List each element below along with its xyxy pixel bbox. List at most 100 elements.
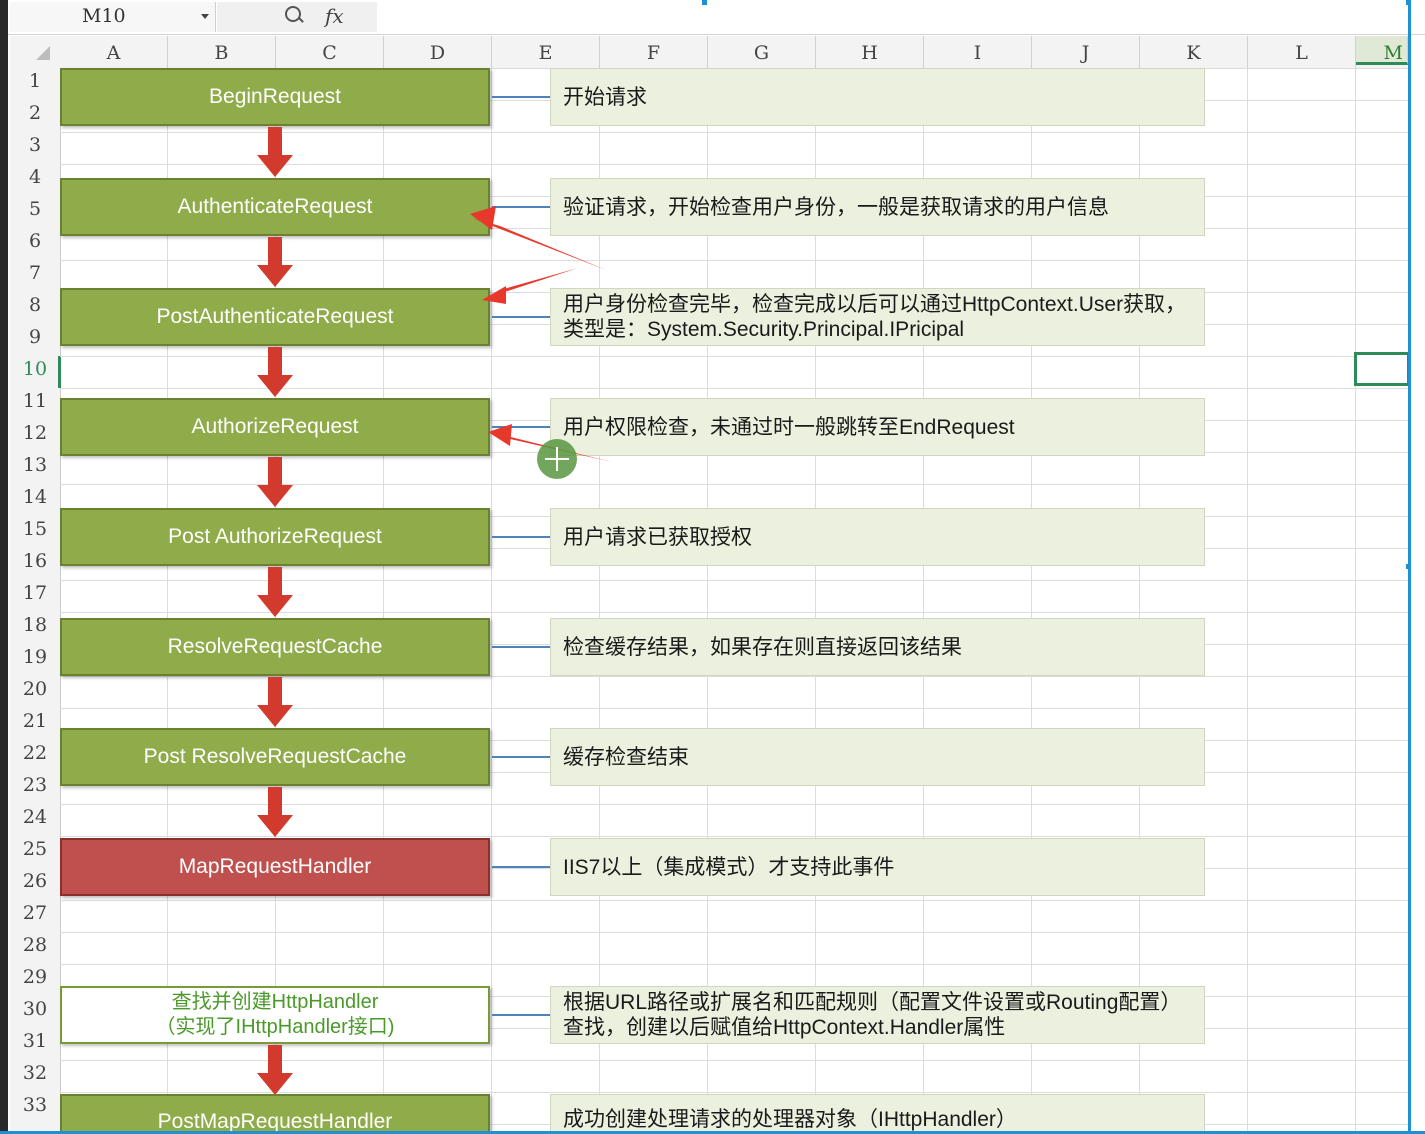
note-line: 用户身份检查完毕，检查完成以后可以通过HttpContext.User获取，: [563, 293, 1187, 316]
name-box-value: M10: [82, 5, 126, 27]
row-header[interactable]: 30: [10, 998, 60, 1020]
row-header[interactable]: 9: [10, 326, 60, 348]
column-header-h[interactable]: H: [816, 36, 924, 68]
step-post-map-request-handler[interactable]: PostMapRequestHandler: [60, 1094, 490, 1134]
row-header[interactable]: 19: [10, 646, 60, 668]
down-arrow-icon: [257, 237, 293, 289]
down-arrow-icon: [257, 457, 293, 509]
row-header[interactable]: 25: [10, 838, 60, 860]
column-header-j[interactable]: J: [1032, 36, 1140, 68]
note-post-resolve-request-cache[interactable]: 缓存检查结束: [550, 728, 1205, 786]
row-header[interactable]: 28: [10, 934, 60, 956]
down-arrow-icon: [257, 1045, 293, 1097]
selected-cell-m10[interactable]: [1354, 352, 1410, 386]
connector-line: [492, 1014, 550, 1016]
row-header[interactable]: 31: [10, 1030, 60, 1052]
down-arrow-icon: [257, 787, 293, 839]
row-header[interactable]: 22: [10, 742, 60, 764]
chevron-down-icon[interactable]: [201, 14, 209, 19]
connector-line: [492, 426, 550, 428]
note-line: 检查缓存结果，如果存在则直接返回该结果: [563, 635, 962, 659]
column-header-m[interactable]: M: [1356, 36, 1408, 65]
row-header[interactable]: 5: [10, 198, 60, 220]
row-header[interactable]: 29: [10, 966, 60, 988]
step-post-authorize-request[interactable]: Post AuthorizeRequest: [60, 508, 490, 566]
row-header[interactable]: 24: [10, 806, 60, 828]
step-post-authenticate-request[interactable]: PostAuthenticateRequest: [60, 288, 490, 346]
note-create-http-handler[interactable]: 根据URL路径或扩展名和匹配规则（配置文件设置或Routing配置） 查找，创建…: [550, 986, 1205, 1044]
note-post-authenticate-request[interactable]: 用户身份检查完毕，检查完成以后可以通过HttpContext.User获取， 类…: [550, 288, 1205, 346]
row-header[interactable]: 20: [10, 678, 60, 700]
step-create-http-handler[interactable]: 查找并创建HttpHandler （实现了IHttpHandler接口): [60, 986, 490, 1044]
connector-line: [492, 866, 550, 868]
note-line: 用户请求已获取授权: [563, 525, 752, 549]
search-icon[interactable]: [285, 6, 301, 22]
row-header[interactable]: 32: [10, 1062, 60, 1084]
row-header[interactable]: 27: [10, 902, 60, 924]
row-header[interactable]: 17: [10, 582, 60, 604]
fx-icon[interactable]: fx: [325, 4, 344, 28]
row-header[interactable]: 13: [10, 454, 60, 476]
note-post-map-request-handler[interactable]: 成功创建处理请求的处理器对象（IHttpHandler）: [550, 1094, 1205, 1134]
note-authorize-request[interactable]: 用户权限检查，未通过时一般跳转至EndRequest: [550, 398, 1205, 456]
column-header-a[interactable]: A: [60, 36, 168, 68]
row-header[interactable]: 12: [10, 422, 60, 444]
step-label-line: （实现了IHttpHandler接口): [155, 1016, 395, 1038]
column-header-d[interactable]: D: [384, 36, 492, 68]
step-authorize-request[interactable]: AuthorizeRequest: [60, 398, 490, 456]
note-post-authorize-request[interactable]: 用户请求已获取授权: [550, 508, 1205, 566]
row-header[interactable]: 14: [10, 486, 60, 508]
select-all-icon[interactable]: [36, 46, 50, 60]
row-header[interactable]: 2: [10, 102, 60, 124]
row-header[interactable]: 33: [10, 1094, 60, 1116]
column-header-i[interactable]: I: [924, 36, 1032, 68]
formula-bar: M10 fx: [0, 0, 1425, 35]
row-header[interactable]: 11: [10, 390, 60, 412]
column-header-f[interactable]: F: [600, 36, 708, 68]
row-header[interactable]: 8: [10, 294, 60, 316]
note-authenticate-request[interactable]: 验证请求，开始检查用户身份，一般是获取请求的用户信息: [550, 178, 1205, 236]
resize-handle[interactable]: [702, 0, 707, 5]
row-header-active[interactable]: 10: [10, 358, 60, 380]
row-header[interactable]: 7: [10, 262, 60, 284]
note-begin-request[interactable]: 开始请求: [550, 68, 1205, 126]
row-header[interactable]: 23: [10, 774, 60, 796]
row-header[interactable]: 3: [10, 134, 60, 156]
grid-line: [1355, 68, 1356, 1134]
column-header-l[interactable]: L: [1248, 36, 1356, 68]
note-line: 成功创建处理请求的处理器对象（IHttpHandler）: [563, 1108, 1017, 1131]
step-resolve-request-cache[interactable]: ResolveRequestCache: [60, 618, 490, 676]
resize-handle[interactable]: [1406, 0, 1411, 5]
row-header[interactable]: 26: [10, 870, 60, 892]
step-label-line: 查找并创建HttpHandler: [171, 991, 379, 1013]
row-header[interactable]: 1: [10, 70, 60, 92]
note-line: 根据URL路径或扩展名和匹配规则（配置文件设置或Routing配置）: [563, 991, 1182, 1014]
name-box[interactable]: M10: [10, 2, 216, 32]
connector-line: [492, 756, 550, 758]
row-header[interactable]: 6: [10, 230, 60, 252]
step-map-request-handler[interactable]: MapRequestHandler: [60, 838, 490, 896]
note-line: IIS7以上（集成模式）才支持此事件: [563, 855, 895, 879]
resize-handle[interactable]: [1406, 564, 1411, 569]
row-header[interactable]: 21: [10, 710, 60, 732]
row-header[interactable]: 15: [10, 518, 60, 540]
step-post-resolve-request-cache[interactable]: Post ResolveRequestCache: [60, 728, 490, 786]
row-header[interactable]: 18: [10, 614, 60, 636]
window-left-edge: [0, 0, 8, 1134]
step-authenticate-request[interactable]: AuthenticateRequest: [60, 178, 490, 236]
column-header-row: A B C D E F G H I J K L M: [10, 36, 1408, 69]
column-header-b[interactable]: B: [168, 36, 276, 68]
note-map-request-handler[interactable]: IIS7以上（集成模式）才支持此事件: [550, 838, 1205, 896]
note-line: 用户权限检查，未通过时一般跳转至EndRequest: [563, 415, 1015, 439]
step-begin-request[interactable]: BeginRequest: [60, 68, 490, 126]
column-header-g[interactable]: G: [708, 36, 816, 68]
row-header[interactable]: 4: [10, 166, 60, 188]
note-line: 类型是：System.Security.Principal.IPricipal: [563, 318, 965, 341]
note-resolve-request-cache[interactable]: 检查缓存结果，如果存在则直接返回该结果: [550, 618, 1205, 676]
column-header-c[interactable]: C: [276, 36, 384, 68]
formula-input[interactable]: [378, 2, 1408, 32]
connector-line: [492, 206, 550, 208]
row-header[interactable]: 16: [10, 550, 60, 572]
column-header-k[interactable]: K: [1140, 36, 1248, 68]
column-header-e[interactable]: E: [492, 36, 600, 68]
